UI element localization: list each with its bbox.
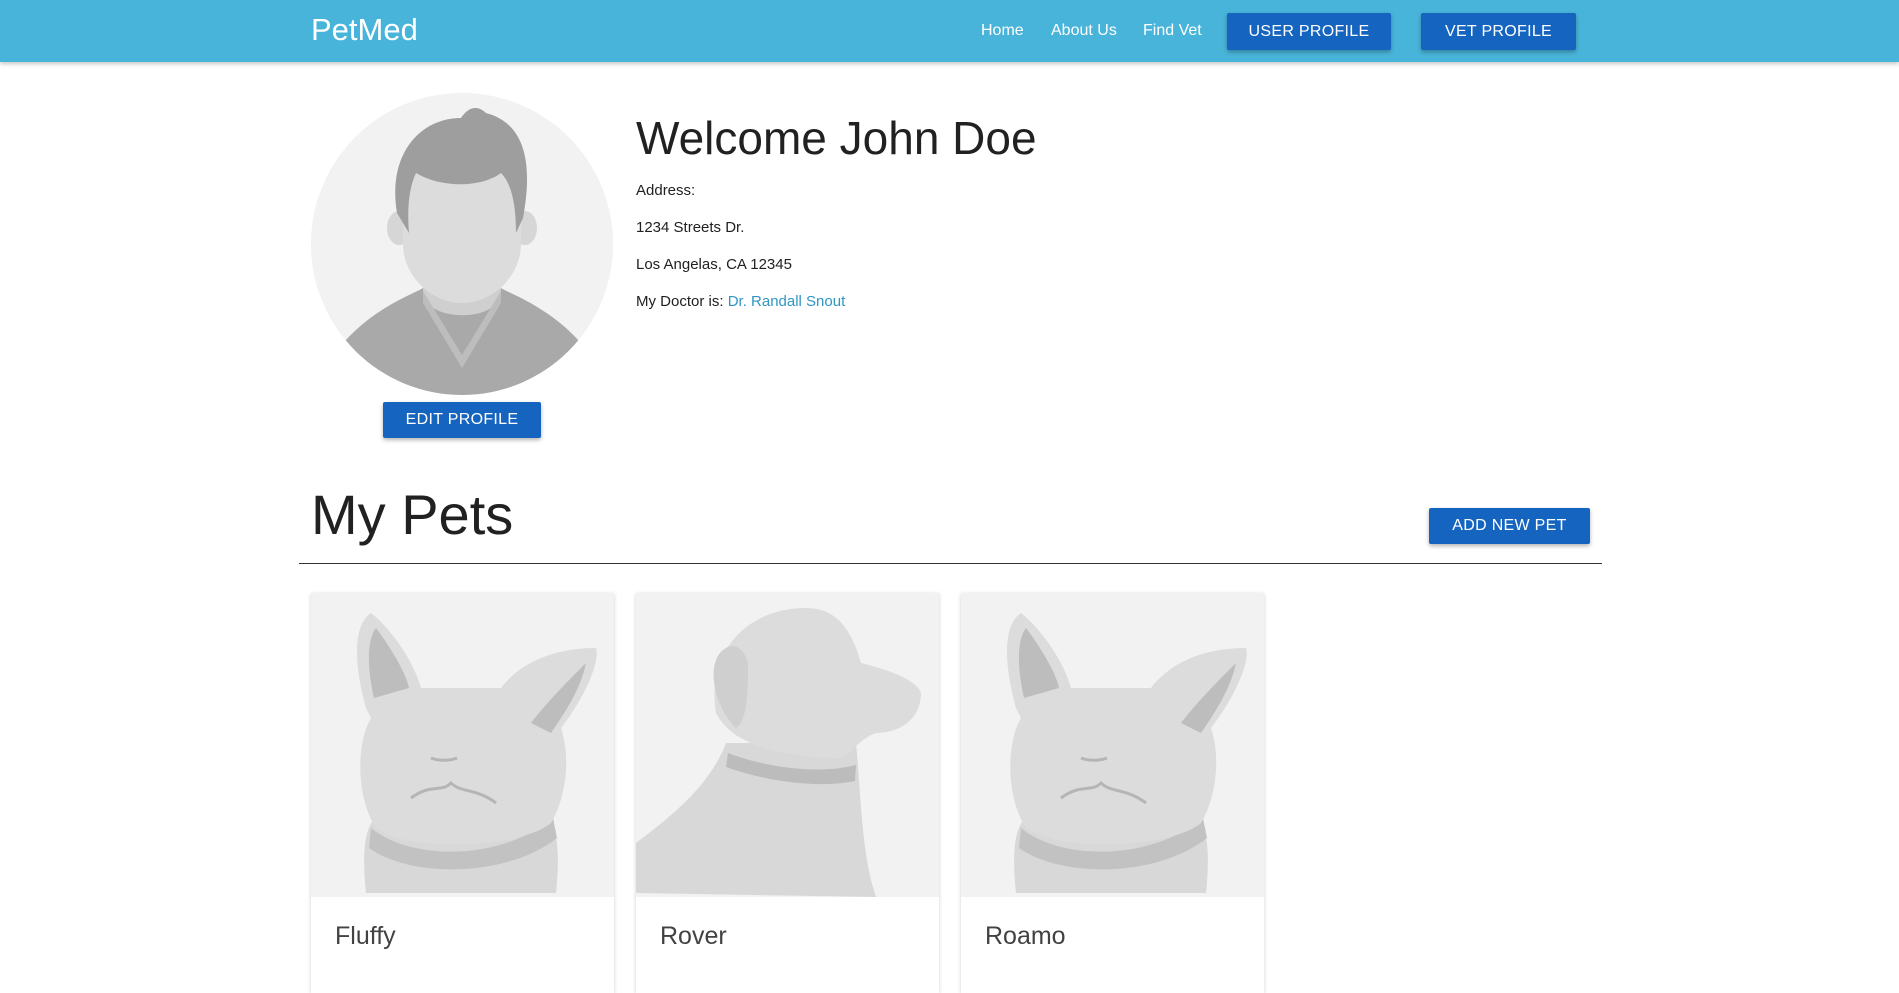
pet-name: Roamo xyxy=(985,922,1066,950)
add-new-pet-button[interactable]: ADD NEW PET xyxy=(1429,508,1590,544)
dog-placeholder-icon xyxy=(636,593,939,897)
address-label: Address: xyxy=(636,182,696,199)
pet-card-rover[interactable]: Rover xyxy=(636,593,939,993)
section-divider xyxy=(299,563,1602,564)
welcome-heading: Welcome John Doe xyxy=(636,112,1037,164)
my-pets-heading: My Pets xyxy=(311,483,514,546)
cat-placeholder-icon xyxy=(311,593,614,897)
pet-name: Fluffy xyxy=(335,922,396,950)
navbar: PetMed Home About Us Find Vet USER PROFI… xyxy=(0,0,1899,62)
user-profile-button[interactable]: USER PROFILE xyxy=(1227,13,1391,50)
doctor-label: My Doctor is: xyxy=(636,293,724,310)
user-avatar-icon xyxy=(311,93,613,395)
nav-link-home[interactable]: Home xyxy=(981,20,1024,42)
doctor-info: My Doctor is: Dr. Randall Snout xyxy=(636,292,845,312)
pet-card-fluffy[interactable]: Fluffy xyxy=(311,593,614,993)
pet-name: Rover xyxy=(660,922,727,950)
vet-profile-button[interactable]: VET PROFILE xyxy=(1421,13,1576,50)
nav-link-find-vet[interactable]: Find Vet xyxy=(1143,20,1202,42)
cat-placeholder-icon xyxy=(961,593,1264,897)
nav-link-about-us[interactable]: About Us xyxy=(1051,20,1117,42)
pet-card-roamo[interactable]: Roamo xyxy=(961,593,1264,993)
edit-profile-button[interactable]: EDIT PROFILE xyxy=(383,402,541,438)
doctor-link[interactable]: Dr. Randall Snout xyxy=(728,293,846,310)
address-line-2: Los Angelas, CA 12345 xyxy=(636,256,792,273)
address-line-1: 1234 Streets Dr. xyxy=(636,219,745,236)
brand-logo[interactable]: PetMed xyxy=(311,10,418,50)
